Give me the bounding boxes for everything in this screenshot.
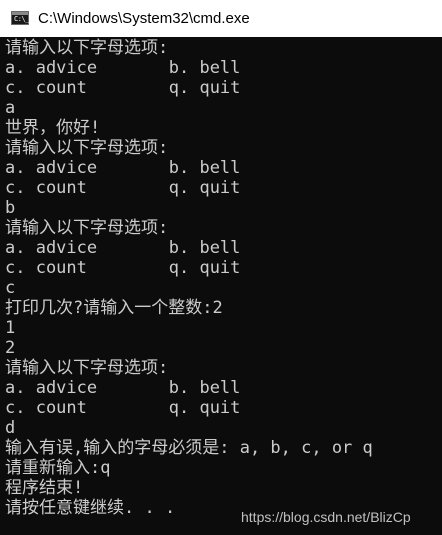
cmd-icon-glyph: C:\_ [14, 15, 29, 23]
console-line: c. count q. quit [5, 398, 241, 418]
console-line: c. count q. quit [5, 258, 241, 278]
console-line: 请输入以下字母选项: [5, 358, 169, 378]
console-line: 世界，你好! [5, 118, 101, 138]
console-line: a. advice b. bell [5, 58, 241, 78]
watermark: https://blog.csdn.net/BlizCp [241, 509, 411, 525]
console-line: 请输入以下字母选项: [5, 38, 169, 58]
console-output[interactable]: 请输入以下字母选项: a. advice b. bell c. count q. q… [5, 38, 442, 518]
console-line: c [5, 278, 16, 298]
console-line: 请输入以下字母选项: [5, 138, 169, 158]
console-line: d [5, 418, 16, 438]
console-line: a [5, 98, 16, 118]
window-title: C:\Windows\System32\cmd.exe [38, 10, 250, 27]
console-line: c. count q. quit [5, 178, 241, 198]
console-line: c. count q. quit [5, 78, 241, 98]
console-line: a. advice b. bell [5, 378, 241, 398]
console-line: a. advice b. bell [5, 158, 241, 178]
console-line: 请重新输入:q [5, 458, 111, 478]
console-line: 输入有误,输入的字母必须是: a, b, c, or q [5, 438, 373, 458]
console-line: 程序结束! [5, 478, 84, 498]
title-bar[interactable]: C:\_ C:\Windows\System32\cmd.exe [0, 0, 442, 37]
console-line: 2 [5, 338, 16, 358]
console-line: 1 [5, 318, 16, 338]
console-line: a. advice b. bell [5, 238, 241, 258]
console-line: 打印几次?请输入一个整数:2 [5, 298, 223, 318]
console-line: 请输入以下字母选项: [5, 218, 169, 238]
cmd-icon: C:\_ [11, 11, 29, 25]
console-line: b [5, 198, 16, 218]
